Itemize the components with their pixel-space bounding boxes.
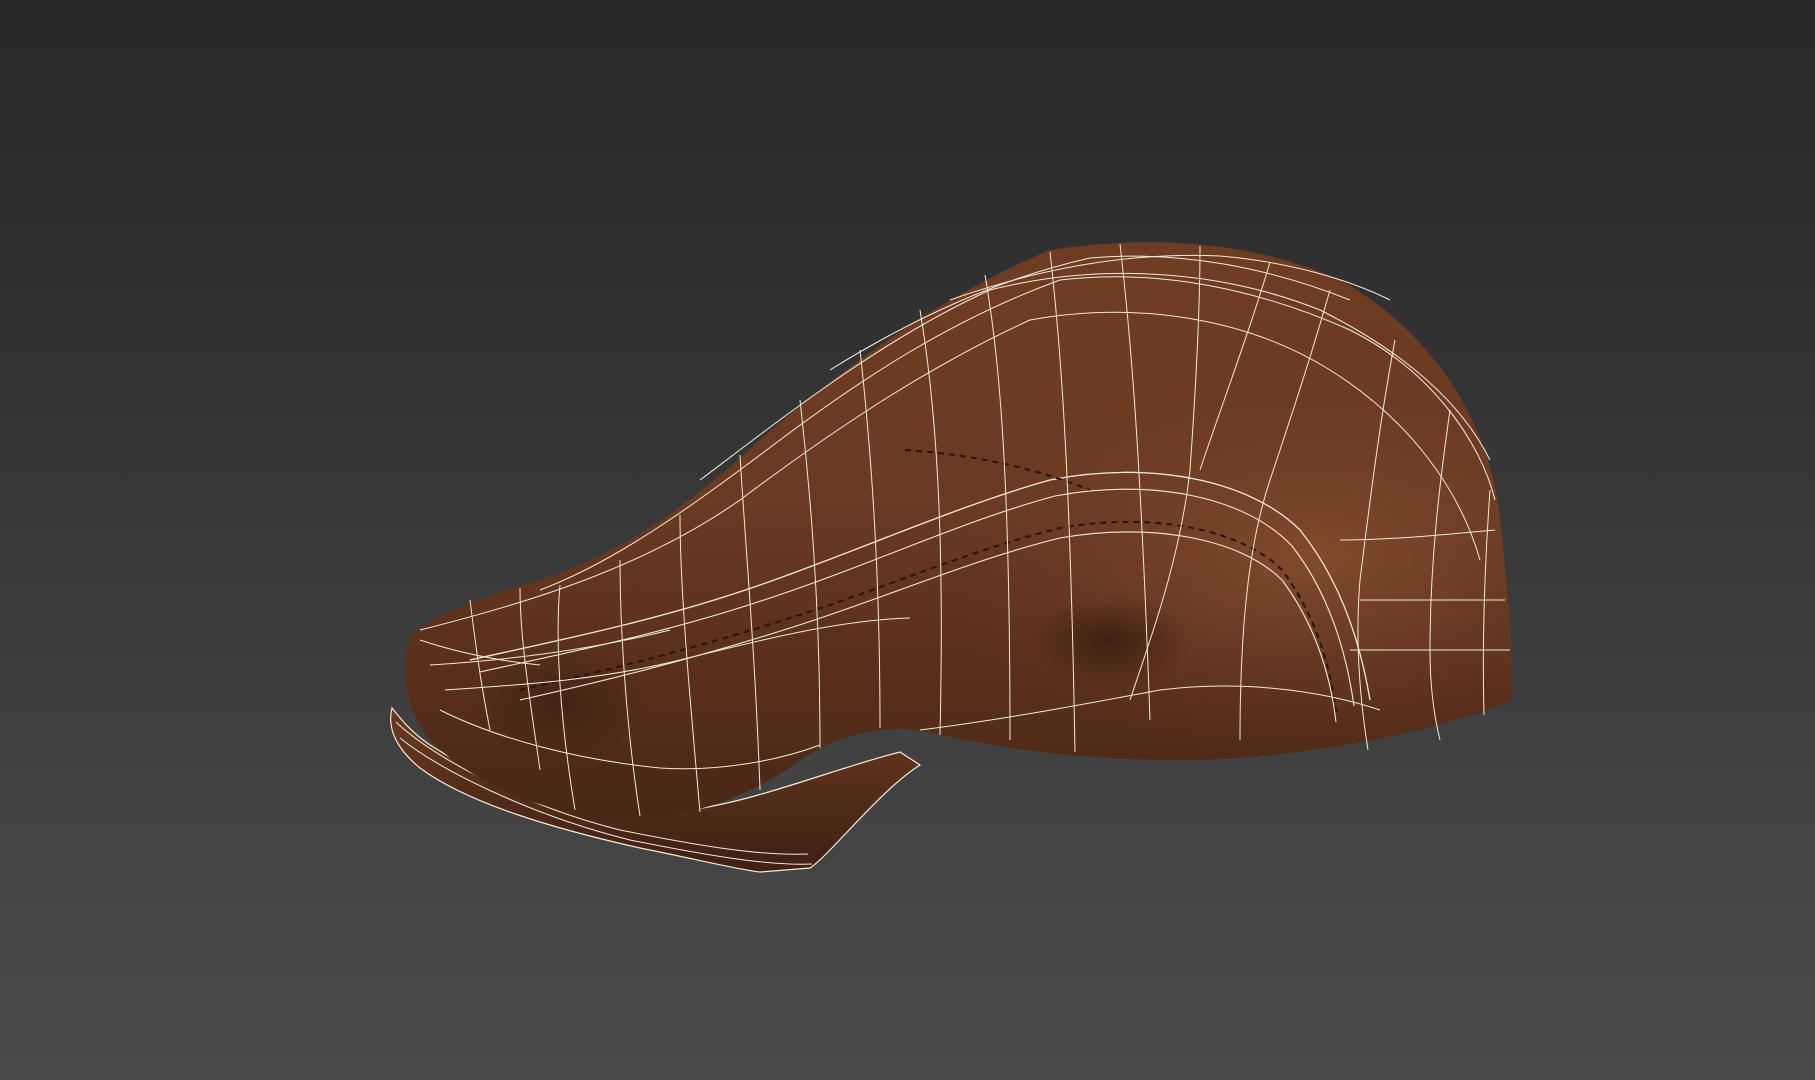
perspective-viewport[interactable] bbox=[0, 0, 1815, 1080]
flat-cap-model[interactable] bbox=[0, 0, 1815, 1080]
cap-crown bbox=[405, 242, 1512, 819]
